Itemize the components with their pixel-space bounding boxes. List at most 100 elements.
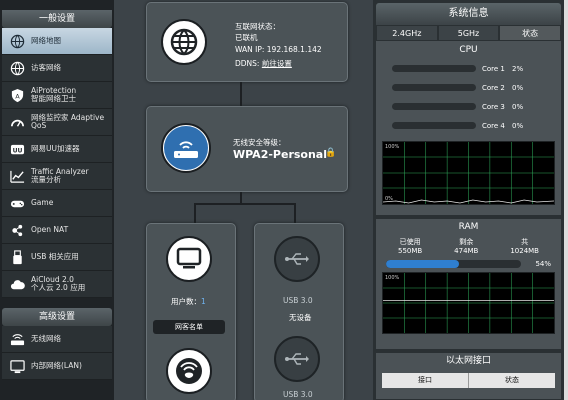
sidebar-item-label: Open NAT xyxy=(31,224,69,234)
sidebar-item-open-nat[interactable]: Open NAT xyxy=(2,217,112,244)
lan-icon xyxy=(9,358,25,374)
internet-status-card[interactable]: 互联网状态： 已联机 WAN IP: 192.168.1.142 DDNS: 前… xyxy=(146,2,348,82)
clients-card[interactable]: 用户数：1 网客名单 xyxy=(146,223,236,400)
system-info-tabs: 2.4GHz 5GHz 状态 xyxy=(376,25,562,41)
sidebar-item-label: USB 相关应用 xyxy=(31,251,79,261)
sidebar-item-label: 内部网络(LAN) xyxy=(31,360,82,370)
connector-line xyxy=(194,203,196,223)
ram-used-label: 已使用 xyxy=(399,238,421,246)
svg-text:UU: UU xyxy=(12,147,22,154)
gamepad-icon xyxy=(9,195,25,211)
svg-text:A: A xyxy=(15,92,20,100)
usb2-label: USB 3.0 xyxy=(283,390,313,399)
ram-free-value: 474MB xyxy=(454,247,479,255)
lock-icon: 🔒 xyxy=(325,148,337,158)
connector-line xyxy=(294,203,296,223)
network-device-icon xyxy=(166,348,212,394)
system-info-panel: 系统信息 2.4GHz 5GHz 状态 CPU Core 1 2% Core 2… xyxy=(373,0,564,400)
cpu-grid xyxy=(383,142,554,204)
connector-line xyxy=(240,190,242,204)
core-label: Core 2 xyxy=(482,83,505,92)
core-value: 2% xyxy=(512,64,524,73)
open-nat-icon xyxy=(9,222,25,238)
ram-section: RAM 已使用 550MB 剩余 474MB 共 1024MB 54% 100% xyxy=(376,219,561,349)
security-level-value: WPA2-Personal xyxy=(233,148,327,161)
monitor-icon xyxy=(166,236,212,282)
ethernet-title: 以太网接口 xyxy=(445,356,491,366)
usb-card[interactable]: USB 3.0 无设备 USB 3.0 xyxy=(254,223,344,400)
advanced-settings-header: 高级设置 xyxy=(2,308,112,326)
usb1-status: 无设备 xyxy=(289,313,312,322)
general-nav: 网络地图 访客网络 A AiProtection 智能网络卫士 网络监控家 Ad… xyxy=(2,28,112,298)
ram-total-label: 共 xyxy=(521,238,529,246)
guest-network-icon xyxy=(9,60,25,76)
cpu-title: CPU xyxy=(459,45,478,55)
sidebar-item-aicloud[interactable]: AiCloud 2.0 个人云 2.0 应用 xyxy=(2,271,112,298)
sidebar-item-aiprotection[interactable]: A AiProtection 智能网络卫士 xyxy=(2,82,112,109)
core-usage-bar xyxy=(392,103,476,110)
cpu-core-row: Core 2 0% xyxy=(376,78,561,97)
tab-5ghz[interactable]: 5GHz xyxy=(437,25,500,41)
qos-gauge-icon xyxy=(9,114,25,130)
network-map-icon xyxy=(9,33,25,49)
ram-total-value: 1024MB xyxy=(510,247,539,255)
sidebar-item-adaptive-qos[interactable]: 网络监控家 Adaptive QoS xyxy=(2,109,112,136)
core-usage-bar xyxy=(392,65,476,72)
cpu-history-chart: 100% 0% xyxy=(382,141,555,205)
core-usage-bar xyxy=(392,122,476,129)
tab-2-4ghz[interactable]: 2.4GHz xyxy=(376,25,438,41)
clients-label: 用户数： xyxy=(171,297,201,306)
ram-used: 已使用 550MB xyxy=(398,238,422,256)
ram-total: 共 1024MB xyxy=(510,238,539,256)
traffic-analyzer-icon xyxy=(9,168,25,184)
core-value: 0% xyxy=(512,121,524,130)
security-level-label: 无线安全等级： xyxy=(233,138,286,147)
ram-usage-bar xyxy=(386,260,522,268)
ram-used-value: 550MB xyxy=(397,247,423,255)
ram-stats: 已使用 550MB 剩余 474MB 共 1024MB xyxy=(376,236,561,256)
core-usage-bar xyxy=(392,84,476,91)
sidebar-item-game[interactable]: Game xyxy=(2,190,112,217)
system-info-title: 系统信息 xyxy=(376,3,561,25)
ethernet-section: 以太网接口 接口 状态 xyxy=(376,353,561,399)
ddns-label: DDNS: xyxy=(235,59,262,68)
advanced-nav: 无线网络 内部网络(LAN) xyxy=(2,326,112,380)
sidebar-item-usb-apps[interactable]: USB 相关应用 xyxy=(2,244,112,271)
internet-status-label: 互联网状态： xyxy=(235,22,280,31)
client-list-button[interactable]: 网客名单 xyxy=(153,320,225,334)
sidebar-item-traffic-analyzer[interactable]: Traffic Analyzer 流量分析 xyxy=(2,163,112,190)
shield-icon: A xyxy=(9,87,25,103)
usb-icon xyxy=(274,336,320,382)
tab-status[interactable]: 状态 xyxy=(499,25,562,41)
page-scrollbar[interactable] xyxy=(564,0,568,400)
connector-line xyxy=(194,203,296,205)
usb1-label: USB 3.0 xyxy=(283,296,313,305)
wireless-icon xyxy=(9,331,25,347)
cloud-icon xyxy=(9,276,25,292)
uu-accelerator-icon: UU xyxy=(9,141,25,157)
cpu-core-row: Core 1 2% xyxy=(376,59,561,78)
cpu-core-row: Core 3 0% xyxy=(376,97,561,116)
ram-title: RAM xyxy=(458,222,479,232)
ram-grid xyxy=(383,273,554,333)
sidebar-item-label: 网易UU加速器 xyxy=(31,143,80,153)
column-status: 状态 xyxy=(505,376,519,384)
cpu-section: CPU Core 1 2% Core 2 0% Core 3 0% Core 4… xyxy=(376,41,561,215)
sidebar-item-lan[interactable]: 内部网络(LAN) xyxy=(2,353,112,380)
ram-progress-row: 54% xyxy=(376,256,561,272)
ram-history-chart: 100% xyxy=(382,272,555,334)
general-settings-header: 一般设置 xyxy=(2,10,112,28)
sidebar-item-label: 访客网络 xyxy=(31,62,61,72)
sidebar-item-uu-accelerator[interactable]: UU 网易UU加速器 xyxy=(2,136,112,163)
sidebar-item-label: 网络地图 xyxy=(31,35,61,45)
router-card[interactable]: 无线安全等级： WPA2-Personal 🔒 xyxy=(146,106,348,192)
core-label: Core 4 xyxy=(482,121,505,130)
sidebar: 一般设置 网络地图 访客网络 A AiProtection 智能网络卫士 网络监… xyxy=(0,0,114,400)
ddns-setup-link[interactable]: 前往设置 xyxy=(262,59,292,68)
column-port: 接口 xyxy=(382,373,469,388)
sidebar-item-wireless[interactable]: 无线网络 xyxy=(2,326,112,353)
core-value: 0% xyxy=(512,102,524,111)
sidebar-item-network-map[interactable]: 网络地图 xyxy=(2,28,112,55)
core-label: Core 3 xyxy=(482,102,505,111)
sidebar-item-guest-network[interactable]: 访客网络 xyxy=(2,55,112,82)
